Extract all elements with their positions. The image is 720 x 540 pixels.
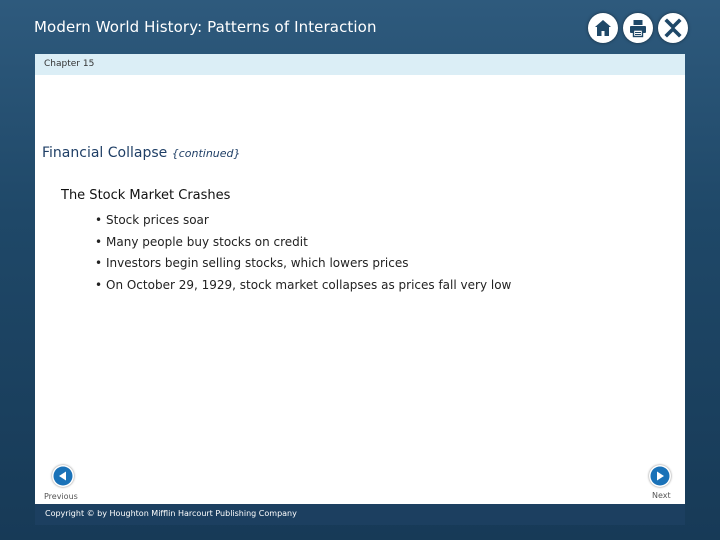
bullet-item: Stock prices soar	[95, 210, 511, 232]
copyright-text: Copyright © by Houghton Mifflin Harcourt…	[45, 509, 297, 518]
bullet-item: Investors begin selling stocks, which lo…	[95, 253, 511, 275]
home-button[interactable]	[588, 13, 618, 43]
home-icon	[595, 20, 611, 36]
slide-title-continued: {continued}	[171, 147, 241, 160]
chapter-label: Chapter 15	[44, 59, 95, 69]
bullet-list: Stock prices soar Many people buy stocks…	[95, 210, 511, 296]
slide-title-text: Financial Collapse	[42, 145, 168, 161]
next-label[interactable]: Next	[652, 491, 671, 500]
print-button[interactable]	[623, 13, 653, 43]
chapter-bar: Chapter 15	[35, 54, 685, 75]
close-icon	[664, 18, 682, 38]
section-heading: The Stock Market Crashes	[61, 188, 231, 203]
arrow-right-icon	[650, 466, 670, 486]
copyright-bar: Copyright © by Houghton Mifflin Harcourt…	[35, 504, 685, 525]
slide-content: Chapter 15 Financial Collapse {continued…	[35, 54, 685, 504]
app-title: Modern World History: Patterns of Intera…	[34, 18, 377, 36]
next-button[interactable]	[649, 465, 671, 487]
previous-button[interactable]	[52, 465, 74, 487]
bullet-item: Many people buy stocks on credit	[95, 232, 511, 254]
slide-title: Financial Collapse {continued}	[42, 145, 241, 161]
print-icon	[630, 20, 646, 38]
bullet-item: On October 29, 1929, stock market collap…	[95, 275, 511, 297]
top-toolbar	[588, 13, 688, 43]
close-button[interactable]	[658, 13, 688, 43]
arrow-left-icon	[53, 466, 73, 486]
previous-label[interactable]: Previous	[44, 492, 78, 501]
